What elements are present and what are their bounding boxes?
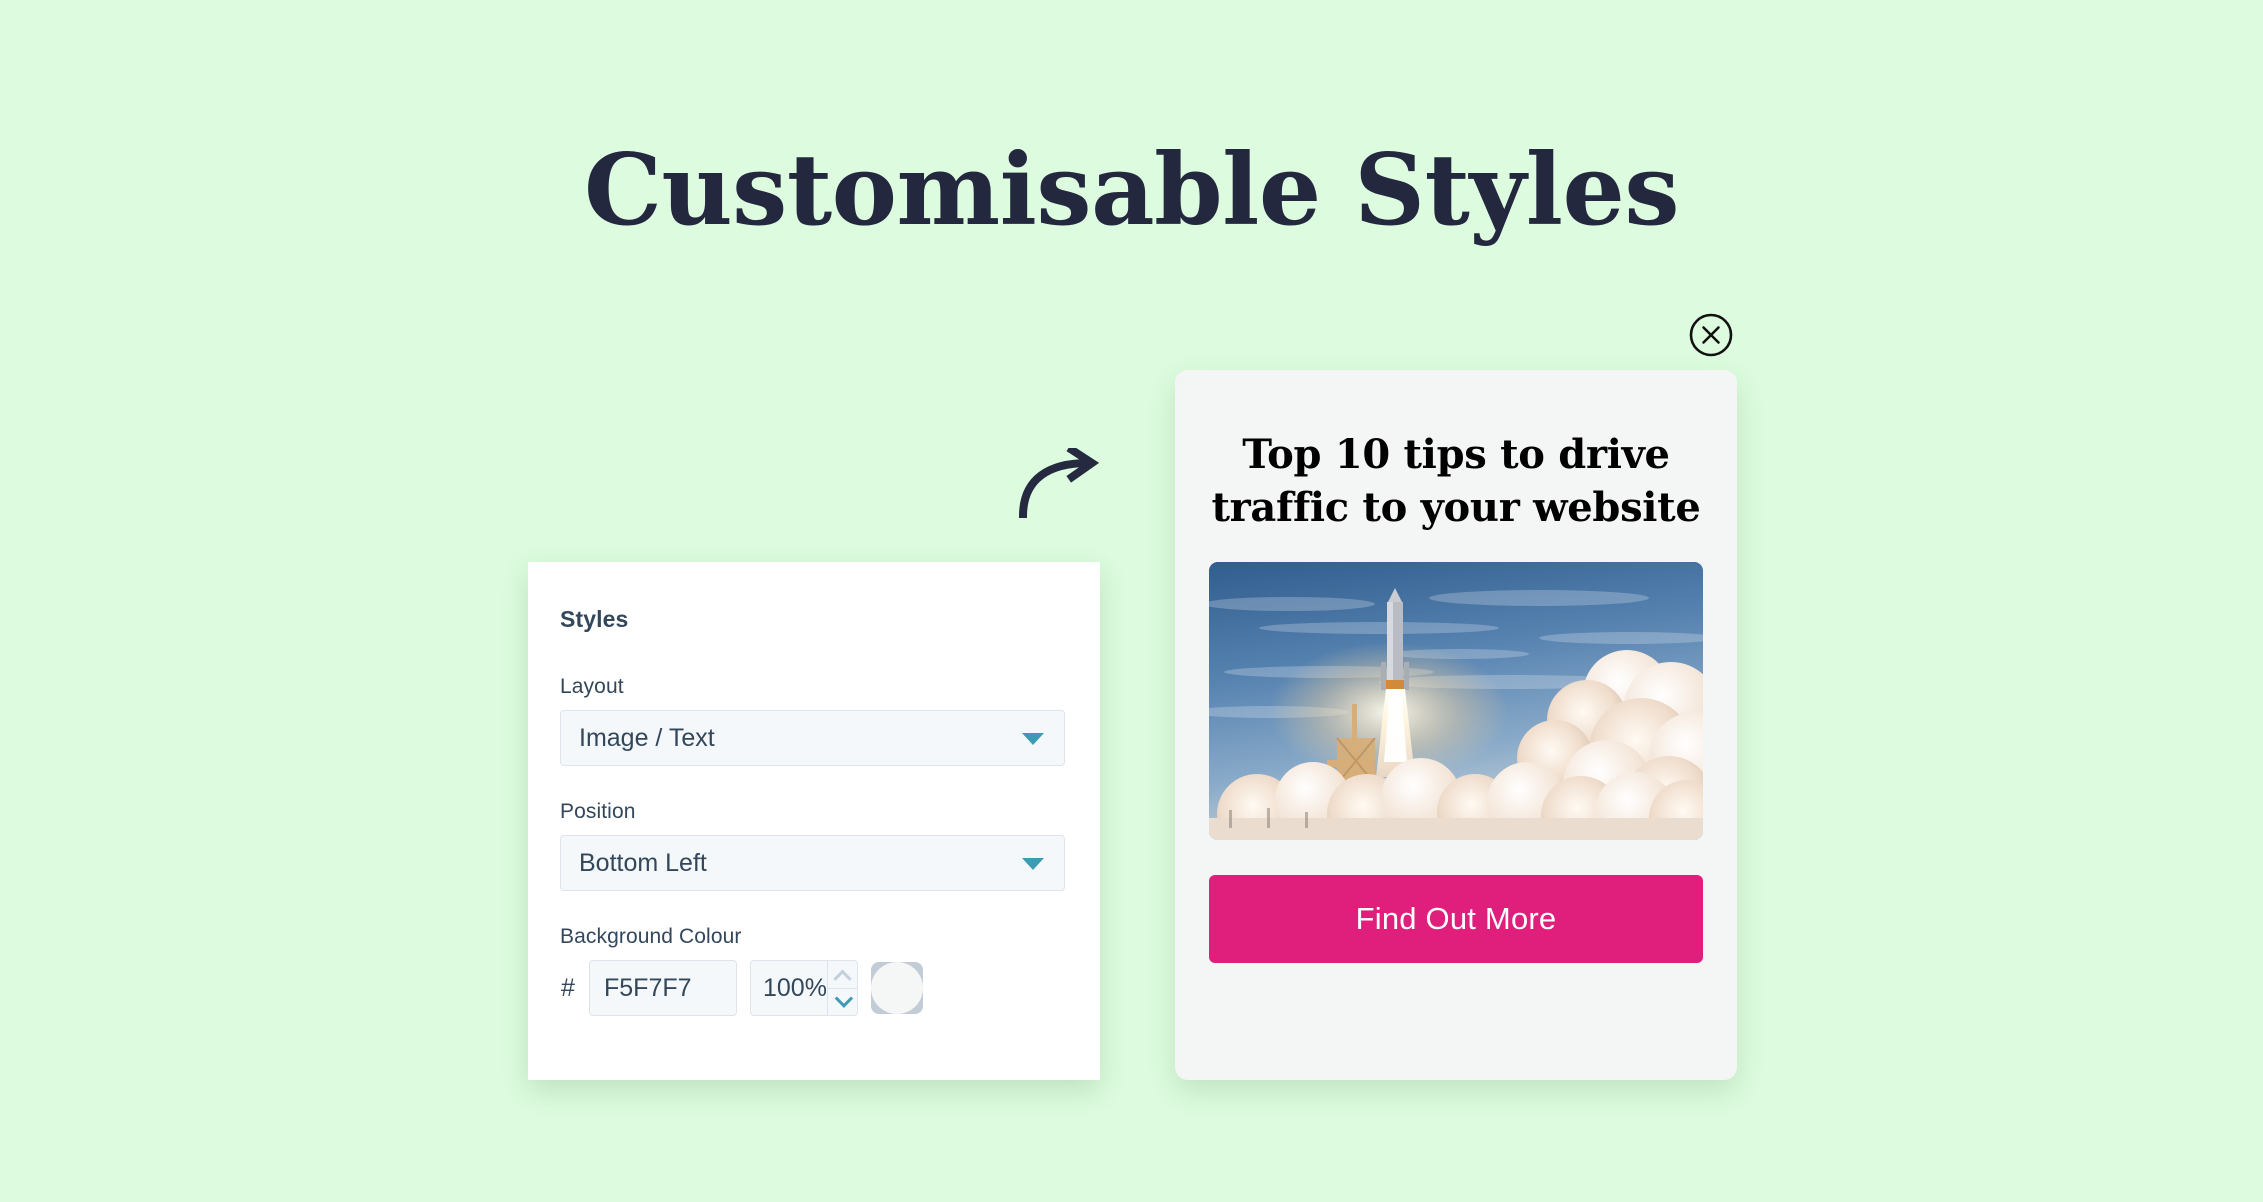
hash-prefix: # bbox=[561, 973, 575, 1002]
colour-controls-row: # F5F7F7 100% bbox=[560, 960, 1068, 1016]
chevron-down-icon bbox=[1022, 733, 1044, 745]
page-title: Customisable Styles bbox=[583, 133, 1680, 248]
opacity-decrement-button[interactable] bbox=[828, 989, 857, 1016]
chevron-down-icon bbox=[1022, 858, 1044, 870]
styles-panel-heading: Styles bbox=[560, 606, 629, 632]
position-select-value: Bottom Left bbox=[579, 848, 707, 877]
rocket-launch-photo bbox=[1209, 562, 1703, 840]
curved-arrow-right-icon bbox=[1018, 444, 1100, 521]
find-out-more-button[interactable]: Find Out More bbox=[1209, 875, 1703, 963]
layout-label: Layout bbox=[560, 675, 624, 698]
chevron-up-icon bbox=[833, 969, 852, 988]
colour-swatch-button[interactable] bbox=[871, 962, 923, 1014]
styles-panel: Styles Layout Image / Text Position Bott… bbox=[528, 562, 1100, 1080]
background-colour-field: Background Colour # F5F7F7 100% bbox=[560, 925, 1068, 1016]
background-colour-label: Background Colour bbox=[560, 925, 742, 948]
popup-title: Top 10 tips to drive traffic to your web… bbox=[1211, 431, 1701, 531]
colour-swatch-preview bbox=[871, 962, 923, 1014]
layout-field: Layout Image / Text bbox=[560, 675, 1068, 766]
position-label: Position bbox=[560, 800, 636, 823]
opacity-input[interactable]: 100% bbox=[751, 961, 827, 1015]
opacity-increment-button[interactable] bbox=[827, 961, 857, 989]
layout-select[interactable]: Image / Text bbox=[560, 710, 1065, 766]
close-circle-icon[interactable] bbox=[1688, 312, 1734, 358]
hex-colour-input[interactable]: F5F7F7 bbox=[589, 960, 737, 1016]
layout-select-value: Image / Text bbox=[579, 723, 715, 752]
popup-preview-card: Top 10 tips to drive traffic to your web… bbox=[1175, 370, 1737, 1080]
chevron-down-icon bbox=[834, 989, 854, 1009]
position-select[interactable]: Bottom Left bbox=[560, 835, 1065, 891]
opacity-stepper: 100% bbox=[750, 960, 858, 1016]
position-field: Position Bottom Left bbox=[560, 800, 1068, 891]
stepper-buttons bbox=[826, 961, 857, 1016]
